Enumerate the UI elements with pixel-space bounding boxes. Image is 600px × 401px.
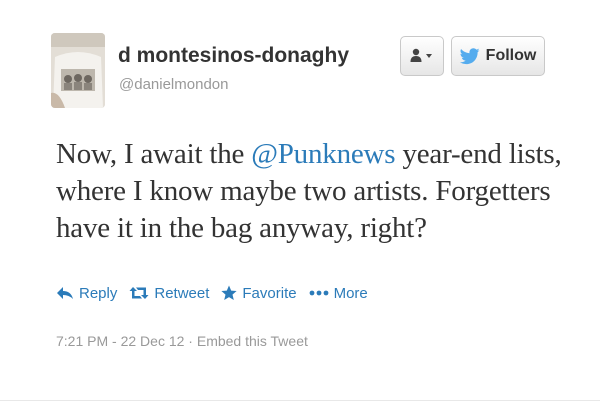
star-icon xyxy=(221,285,237,300)
tweet-actions: Reply Retweet Favorite More xyxy=(56,282,380,304)
tweet-text: Now, I await the @Punknews year-end list… xyxy=(56,136,576,247)
mention-link[interactable]: @Punknews xyxy=(251,138,395,170)
avatar-photo xyxy=(51,33,105,108)
favorite-action[interactable]: Favorite xyxy=(221,284,297,302)
user-actions-button[interactable] xyxy=(400,36,444,76)
follow-label: Follow xyxy=(485,47,537,64)
tweet-text-before: Now, I await the xyxy=(56,138,252,170)
avatar[interactable] xyxy=(51,33,105,108)
tweet-meta: 7:21 PM - 22 Dec 12 · Embed this Tweet xyxy=(56,333,308,349)
user-dropdown-icon xyxy=(410,48,432,62)
more-label: More xyxy=(333,284,368,302)
tweet-card: d montesinos-donaghy @danielmondon Follo… xyxy=(0,0,600,401)
retweet-label: Retweet xyxy=(154,284,210,302)
retweet-icon xyxy=(129,287,149,299)
retweet-action[interactable]: Retweet xyxy=(129,285,209,302)
reply-action[interactable]: Reply xyxy=(56,285,117,302)
user-handle[interactable]: @danielmondon xyxy=(119,76,228,93)
more-action[interactable]: More xyxy=(309,285,368,302)
reply-icon xyxy=(57,287,73,299)
tweet-timestamp[interactable]: 7:21 PM - 22 Dec 12 xyxy=(56,333,184,349)
twitter-bird-icon xyxy=(459,47,480,64)
reply-label: Reply xyxy=(79,284,118,302)
favorite-label: Favorite xyxy=(242,284,297,302)
follow-button[interactable]: Follow xyxy=(451,36,545,76)
embed-tweet-link[interactable]: Embed this Tweet xyxy=(197,333,308,349)
meta-separator: · xyxy=(184,333,197,349)
more-dots-icon xyxy=(309,290,328,296)
display-name[interactable]: d montesinos-donaghy xyxy=(118,44,349,68)
